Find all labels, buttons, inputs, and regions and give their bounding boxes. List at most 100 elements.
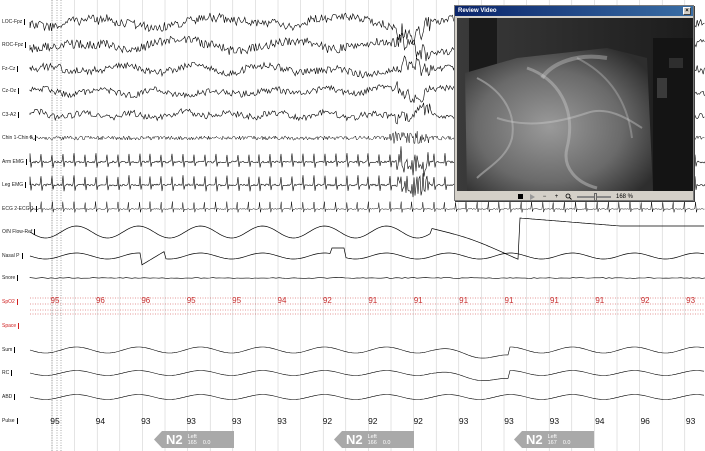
video-controls: − + 168 % [457,192,693,201]
pulse-value: 93 [549,416,560,426]
epoch-value: 0.0 [562,439,571,446]
channel-label[interactable]: C3-A2 [2,110,20,120]
channel-label-text: C3-A2 [2,112,17,118]
pulse-value: 95 [50,416,60,426]
channel-label-text: SpO2 [2,299,15,305]
spo2-value: 92 [640,296,650,305]
minus-icon[interactable]: − [541,193,548,200]
channel-label[interactable]: ABD [2,392,16,402]
channel-label[interactable]: Chin 1-Chin 2 [2,133,36,143]
pulse-value: 93 [277,416,287,426]
sleep-stage-tag[interactable]: N2 Left 167 0.0 [514,431,594,448]
channel-label-text: LOC-Fpz [2,19,23,25]
epoch-value: 0.0 [382,439,391,446]
channel-label[interactable]: LOC-Fpz [2,17,26,27]
channel-label[interactable]: Fz-Cz [2,64,19,74]
video-frame [457,18,693,191]
spo2-value: 91 [595,296,605,305]
channel-label-text: Cz-Oz [2,88,17,94]
channel-label-text: Leg EMG [2,182,24,188]
review-video-window[interactable]: Review Video × − + 168 % [454,5,694,201]
channel-label[interactable]: Space [2,321,20,331]
spo2-value: 95 [50,296,60,305]
sum-trace [29,346,705,359]
channel-label[interactable]: O/N Flow-Ref [2,227,36,237]
epoch-number: 167 [547,439,557,446]
channel-label[interactable]: Arm EMG [2,157,27,167]
stop-icon[interactable] [517,193,524,200]
channel-label-text: Chin 1-Chin 2 [2,135,33,141]
nasal-pressure-trace [29,247,705,266]
channel-label-text: ECG 2-ECG 1 [2,206,34,212]
channel-label[interactable]: Leg EMG [2,180,27,190]
abd-trace [29,394,705,400]
channel-label-text: Nasal P [2,253,20,259]
channel-label-text: Pulse [2,418,15,424]
spo2-value: 93 [686,296,696,305]
spo2-value: 91 [413,296,423,305]
channel-label-text: Sum [2,347,13,353]
channel-label-text: ROC-Fpz [2,42,24,48]
channel-label[interactable]: Sum [2,345,16,355]
pulse-value: 92 [322,416,333,426]
zoom-slider[interactable] [576,192,611,201]
channel-label[interactable]: RC [2,368,13,378]
pulse-value: 94 [95,416,106,426]
bed-video-image [457,18,693,191]
spo2-value: 94 [277,296,287,305]
pulse-value: 93 [186,416,196,426]
channel-label-text: Snore [2,275,16,281]
epoch-value: 0.0 [202,439,211,446]
snore-trace [29,277,705,279]
channel-label[interactable]: SpO2 [2,297,18,307]
channel-label-text: Arm EMG [2,159,24,165]
pulse-value: 96 [640,416,650,426]
video-title-bar[interactable]: Review Video × [455,6,693,16]
pulse-value: 93 [504,416,514,426]
spo2-value: 96 [141,296,151,305]
pulse-value: 93 [141,416,151,426]
rc-trace [29,370,705,381]
ecg-trace [29,201,705,213]
pulse-value: 92 [368,416,378,426]
spo2-value: 95 [186,296,196,305]
play-icon[interactable] [529,193,536,200]
zoom-level-label: 168 % [615,193,633,200]
plus-icon[interactable]: + [553,193,560,200]
channel-label[interactable]: Pulse [2,416,18,426]
pulse-value: 92 [413,416,423,426]
channel-label[interactable]: ROC-Fpz [2,40,27,50]
channel-label-text: ABD [2,394,13,400]
channel-label-text: Fz-Cz [2,66,16,72]
epoch-number: 166 [367,439,377,446]
pulse-value: 94 [595,416,605,426]
channel-label-text: RC [2,370,10,376]
zoom-slider-thumb[interactable] [594,192,598,201]
channel-label[interactable]: Snore [2,273,19,283]
channel-label[interactable]: Cz-Oz [2,86,20,96]
spo2-value: 91 [459,296,469,305]
channel-label[interactable]: Nasal P [2,251,23,261]
magnifier-icon[interactable] [565,193,572,200]
sleep-stage-tag[interactable]: N2 Left 166 0.0 [334,431,414,448]
channel-label-text: Space [2,323,17,329]
sleep-stage-label: N2 [526,432,543,447]
video-title: Review Video [458,8,497,14]
epoch-number: 165 [187,439,197,446]
channel-label[interactable]: ECG 2-ECG 1 [2,204,37,214]
flow-trace [29,217,704,260]
pulse-value: 93 [458,416,469,426]
spo2-value: 92 [322,296,332,305]
sleep-stage-label: N2 [166,432,183,447]
spo2-value: 91 [368,296,378,305]
pulse-value: 93 [685,416,696,426]
spo2-value: 95 [232,296,242,305]
spo2-value: 91 [549,296,559,305]
channel-label-text: O/N Flow-Ref [2,229,33,235]
pulse-value: 93 [231,416,242,426]
close-icon[interactable]: × [683,7,691,15]
sleep-stage-label: N2 [346,432,363,447]
sleep-stage-tag[interactable]: N2 Left 165 0.0 [154,431,234,448]
spo2-value: 91 [504,296,514,305]
spo2-value: 96 [95,296,105,305]
